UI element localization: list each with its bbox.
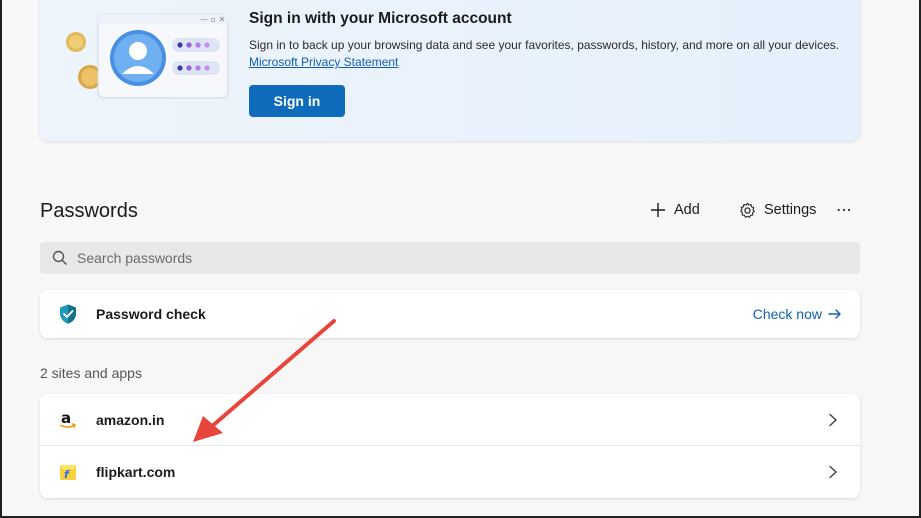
check-now-link[interactable]: Check now — [753, 306, 842, 322]
sites-list: a amazon.in f flipkart.com — [40, 394, 860, 498]
flipkart-icon: f — [60, 465, 76, 481]
signin-button[interactable]: Sign in — [249, 85, 345, 117]
plus-icon — [651, 203, 665, 217]
site-name: amazon.in — [96, 412, 165, 428]
search-icon — [52, 250, 67, 265]
page-title: Passwords — [40, 200, 138, 222]
password-check-card: Password check Check now — [40, 290, 860, 338]
settings-label: Settings — [764, 202, 817, 218]
add-password-button[interactable]: Add — [650, 198, 700, 222]
passwords-page: — ▫ ✕ Sign in with your Microsoft accoun… — [0, 0, 921, 518]
svg-text:a: a — [61, 410, 71, 427]
more-options-button[interactable]: ⋯ — [834, 198, 854, 222]
gear-icon — [740, 202, 755, 218]
arrow-right-icon — [828, 309, 841, 319]
chevron-right-icon — [829, 413, 837, 427]
privacy-statement-link[interactable]: Microsoft Privacy Statement — [249, 55, 398, 69]
site-name: flipkart.com — [96, 464, 176, 480]
add-label: Add — [674, 202, 700, 218]
signin-illustration: — ▫ ✕ — [66, 13, 229, 99]
site-row-flipkart[interactable]: f flipkart.com — [40, 446, 860, 498]
signin-description: Sign in to back up your browsing data an… — [249, 38, 840, 52]
amazon-icon: a — [60, 410, 77, 429]
shield-check-icon — [60, 304, 76, 324]
site-row-amazon[interactable]: a amazon.in — [40, 394, 860, 446]
chevron-right-icon — [829, 465, 837, 479]
password-check-label: Password check — [96, 306, 206, 322]
svg-text:— ▫ ✕: — ▫ ✕ — [200, 15, 225, 24]
settings-button[interactable]: Settings — [739, 198, 816, 222]
signin-banner: — ▫ ✕ Sign in with your Microsoft accoun… — [40, 0, 860, 141]
search-box[interactable] — [40, 242, 860, 274]
search-input[interactable] — [77, 250, 817, 266]
sites-count-label: 2 sites and apps — [40, 365, 142, 381]
signin-title: Sign in with your Microsoft account — [249, 10, 512, 27]
check-now-label: Check now — [752, 306, 822, 322]
